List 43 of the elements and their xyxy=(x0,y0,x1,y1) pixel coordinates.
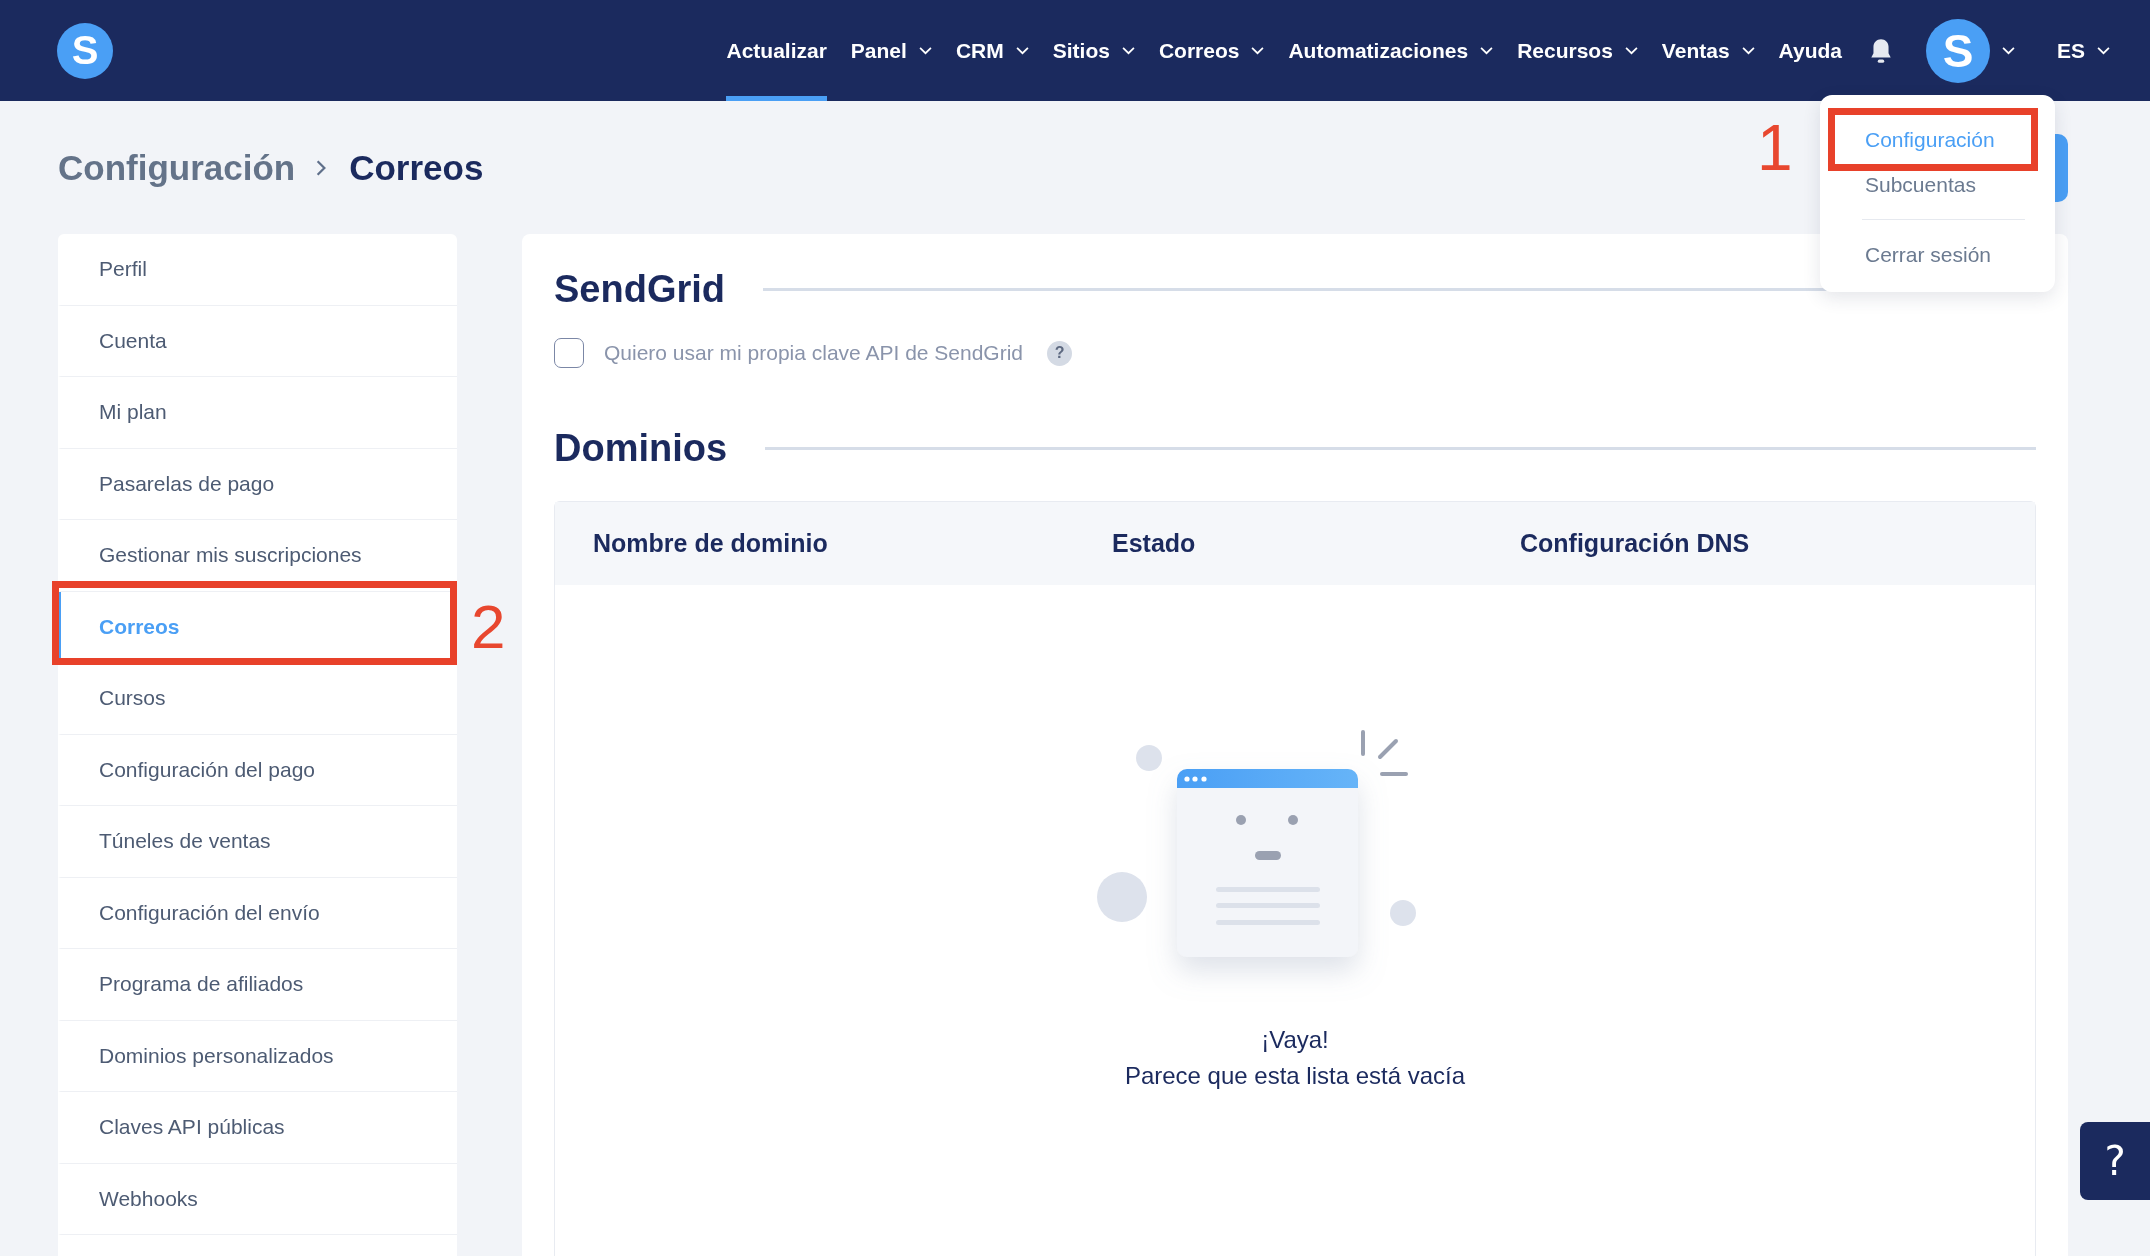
nav-link[interactable]: Recursos xyxy=(1517,0,1638,101)
breadcrumb-link[interactable]: Configuración xyxy=(58,148,296,188)
chevron-right-icon xyxy=(315,159,328,177)
nav-link[interactable]: Sitios xyxy=(1052,0,1135,101)
nav-link[interactable]: Ventas xyxy=(1661,0,1755,101)
menu-item[interactable]: Subcuentas xyxy=(1865,162,2025,207)
empty-title: ¡Vaya! xyxy=(1261,1026,1329,1054)
checkbox[interactable] xyxy=(554,338,584,368)
nav-link[interactable]: Correos xyxy=(1158,0,1265,101)
sidebar-item[interactable]: Perfil xyxy=(58,234,457,306)
sidebar-item[interactable]: Programa de afiliados xyxy=(58,949,457,1021)
chevron-down-icon[interactable] xyxy=(2002,46,2015,55)
sidebar-item[interactable]: Cursos xyxy=(58,663,457,735)
help-icon[interactable]: ? xyxy=(1047,340,1073,366)
sidebar-item[interactable]: Gestionar mis suscripciones xyxy=(58,520,457,592)
sidebar-item[interactable]: Mi plan xyxy=(58,377,457,449)
sidebar-item[interactable]: Túneles de ventas xyxy=(58,806,457,878)
section-title: SendGrid xyxy=(554,267,726,312)
column-header: Nombre de dominio xyxy=(593,529,829,558)
sidebar-item[interactable]: Claves API públicas xyxy=(58,1092,457,1164)
column-header: Estado xyxy=(1112,529,1197,558)
empty-message: Parece que esta lista está vacía xyxy=(1124,1062,1466,1090)
help-button[interactable]: ? xyxy=(2080,1122,2150,1200)
sidebar-item[interactable]: Dominios personalizados xyxy=(58,1020,457,1092)
nav-link[interactable]: Automatizaciones xyxy=(1288,0,1494,101)
nav-link[interactable]: CRM xyxy=(955,0,1029,101)
nav-link[interactable]: Panel xyxy=(850,0,932,101)
checkbox-label: Quiero usar mi propia clave API de SendGrid xyxy=(604,341,1024,365)
nav-link[interactable]: Ayuda xyxy=(1778,0,1842,101)
sidebar-item[interactable]: Pasarelas de pago xyxy=(58,448,457,520)
step-number: 2 xyxy=(471,595,506,658)
page-title: Correos xyxy=(349,148,484,188)
step-number: 1 xyxy=(1757,116,1793,180)
nav-link[interactable]: Actualizar xyxy=(726,0,827,101)
language-selector[interactable]: ES xyxy=(2057,0,2110,101)
section-title: Dominios xyxy=(554,426,728,471)
sidebar-item[interactable]: Configuración del envío xyxy=(58,877,457,949)
chevron-down-icon xyxy=(2097,46,2110,55)
sidebar-item[interactable]: Webhooks xyxy=(58,1163,457,1235)
column-header: Configuración DNS xyxy=(1520,529,1751,558)
menu-item[interactable]: Cerrar sesión xyxy=(1865,232,2025,277)
sidebar-item[interactable]: Configuración del pago xyxy=(58,734,457,806)
sidebar-item[interactable]: Cuenta xyxy=(58,305,457,377)
